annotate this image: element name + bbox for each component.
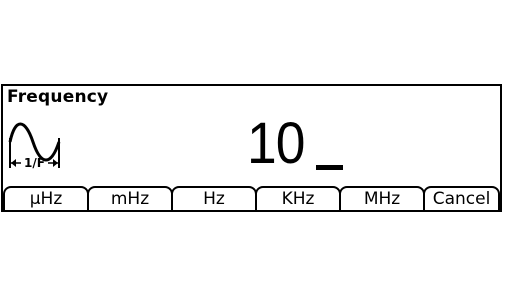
softkey-mhz-mega[interactable]: MHz: [339, 186, 425, 210]
period-label: 1/F: [24, 156, 45, 170]
softkey-uhz[interactable]: µHz: [3, 186, 89, 210]
softkey-mhz-milli[interactable]: mHz: [87, 186, 173, 210]
entry-cursor: [316, 165, 343, 170]
parameter-title: Frequency: [7, 87, 109, 107]
frequency-value: 10: [247, 111, 305, 176]
lcd-display: Frequency 1/F 10 µHz mHz Hz KHz MHz Canc…: [1, 84, 502, 212]
value-display: 10: [247, 111, 310, 176]
softkey-bar: µHz mHz Hz KHz MHz Cancel: [3, 186, 500, 210]
softkey-khz[interactable]: KHz: [255, 186, 341, 210]
sine-wave-period-icon: 1/F: [8, 122, 61, 170]
softkey-hz[interactable]: Hz: [171, 186, 257, 210]
softkey-cancel[interactable]: Cancel: [423, 186, 500, 210]
